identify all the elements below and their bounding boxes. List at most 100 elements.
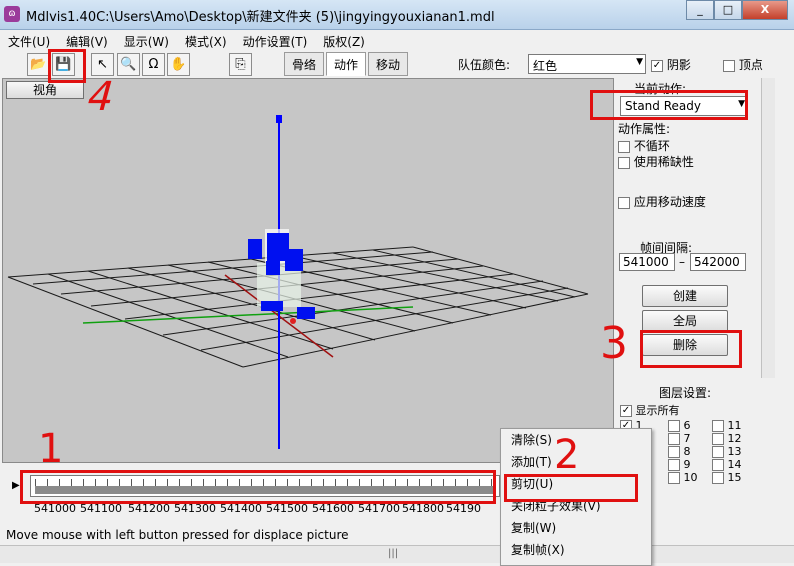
close-button[interactable]: X (742, 0, 788, 20)
layer-checkbox-15[interactable]: 15 (712, 471, 742, 484)
layer-checkbox-11[interactable]: 11 (712, 419, 742, 432)
annotation-number-3: 3 (600, 318, 628, 369)
layer-checkbox-7[interactable]: 7 (668, 432, 691, 445)
frame-end-input[interactable]: 542000 (690, 253, 746, 271)
view-angle-button[interactable]: 视角 (6, 81, 84, 99)
empty-checkbox-box (618, 140, 630, 153)
status-bar: Move mouse with left button pressed for … (6, 528, 349, 542)
frame-range-dash: – (679, 255, 685, 269)
show-all-label: 显示所有 (635, 404, 680, 417)
checkmark-icon: ✓ (651, 59, 663, 72)
layer-checkbox-12[interactable]: 12 (712, 432, 742, 445)
shadow-label: 阴影 (666, 58, 691, 72)
layer-checkbox-14[interactable]: 14 (712, 458, 742, 471)
empty-checkbox-box (712, 420, 724, 432)
no-loop-checkbox[interactable]: 不循环 (618, 137, 670, 154)
empty-checkbox-box (618, 196, 630, 209)
layer-checkbox-8[interactable]: 8 (668, 445, 691, 458)
layer-label: 9 (683, 458, 691, 471)
open-folder-icon[interactable]: 📂 (27, 53, 50, 76)
layer-label: 12 (727, 432, 742, 445)
panel-scrollbar[interactable] (761, 78, 775, 378)
character-model (248, 229, 315, 324)
play-icon[interactable]: ▶ (12, 480, 20, 491)
menu-item-copy[interactable]: 复制(W) (501, 517, 651, 539)
annotation-number-1: 1 (38, 426, 64, 472)
hand-icon[interactable]: ✋ (167, 53, 190, 76)
layer-checkbox-10[interactable]: 10 (668, 471, 698, 484)
layer-label: 11 (727, 419, 742, 432)
window-title: Mdlvis1.40C:\Users\Amo\Desktop\新建文件夹 (5)… (26, 10, 495, 25)
annotation-number-2: 2 (554, 432, 580, 478)
empty-checkbox-box (712, 459, 724, 471)
layer-label: 14 (727, 458, 742, 471)
layer-checkbox-9[interactable]: 9 (668, 458, 691, 471)
tab-skeleton[interactable]: 骨络 (284, 52, 325, 76)
app-icon: ɷ (4, 6, 20, 22)
annotation-box-save (48, 49, 86, 83)
global-button[interactable]: 全局 (642, 310, 728, 332)
show-all-checkbox[interactable]: ✓ 显示所有 (620, 402, 680, 418)
frame-start-input[interactable]: 541000 (619, 253, 675, 271)
horizontal-scrollbar[interactable]: ||| (0, 545, 794, 563)
menu-bar: 文件(U) 编辑(V) 显示(W) 模式(X) 动作设置(T) 版权(Z) (0, 30, 794, 50)
shadow-checkbox[interactable]: ✓ 阴影 (651, 56, 691, 73)
team-color-select[interactable]: 红色 ▼ (528, 54, 646, 74)
menu-mode[interactable]: 模式(X) (177, 30, 235, 50)
chevron-down-icon: ▼ (636, 57, 643, 67)
rotate-icon[interactable]: Ω (142, 53, 165, 76)
timeline-labels: 541000 541100 541200 541300 541400 54150… (24, 502, 484, 516)
annotation-box-cut (504, 474, 638, 502)
layer-label: 7 (683, 432, 691, 445)
empty-checkbox-box (668, 433, 680, 445)
layer-label: 13 (727, 445, 742, 458)
no-loop-label: 不循环 (633, 139, 670, 153)
layer-checkbox-13[interactable]: 13 (712, 445, 742, 458)
annotation-box-action (590, 90, 748, 120)
empty-checkbox-box (712, 446, 724, 458)
empty-checkbox-box (618, 156, 630, 169)
scene-canvas (7, 115, 589, 449)
empty-checkbox-box (712, 433, 724, 445)
annotation-box-timeline (20, 470, 496, 504)
copy-icon[interactable]: ⎘ (229, 53, 252, 76)
action-props-label: 动作属性: (618, 122, 671, 136)
apply-move-speed-checkbox[interactable]: 应用移动速度 (618, 193, 706, 210)
use-rarity-label: 使用稀缺性 (633, 155, 694, 169)
scroll-grip-icon: ||| (388, 548, 399, 559)
empty-checkbox-box (668, 420, 680, 432)
team-color-label: 队伍颜色: (458, 58, 511, 72)
layer-label: 8 (683, 445, 691, 458)
z-axis-handle (276, 115, 282, 123)
menu-file[interactable]: 文件(U) (0, 30, 58, 50)
checkmark-icon: ✓ (620, 405, 632, 417)
tab-action[interactable]: 动作 (326, 52, 367, 76)
3d-viewport[interactable] (2, 78, 614, 463)
layer-label: 6 (683, 419, 691, 432)
menu-action-settings[interactable]: 动作设置(T) (235, 30, 316, 50)
minimize-button[interactable]: _ (686, 0, 714, 20)
pointer-icon[interactable]: ↖ (91, 53, 114, 76)
tab-move[interactable]: 移动 (368, 52, 409, 76)
create-button[interactable]: 创建 (642, 285, 728, 307)
vertex-label: 顶点 (738, 58, 763, 72)
apply-move-speed-label: 应用移动速度 (633, 195, 706, 209)
maximize-button[interactable]: □ (714, 0, 742, 20)
layer-label: 15 (727, 471, 742, 484)
menu-edit[interactable]: 编辑(V) (58, 30, 116, 50)
menu-view[interactable]: 显示(W) (116, 30, 177, 50)
title-bar: ɷ Mdlvis1.40C:\Users\Amo\Desktop\新建文件夹 (… (0, 0, 794, 30)
empty-checkbox-box (723, 59, 735, 72)
layer-header: 图层设置: (658, 386, 712, 400)
empty-checkbox-box (668, 446, 680, 458)
empty-checkbox-box (668, 472, 680, 484)
zoom-icon[interactable]: 🔍 (117, 53, 140, 76)
menu-item-copy-frame[interactable]: 复制帧(X) (501, 539, 651, 561)
layer-checkbox-6[interactable]: 6 (668, 419, 691, 432)
use-rarity-checkbox[interactable]: 使用稀缺性 (618, 153, 694, 170)
vertex-checkbox[interactable]: 顶点 (723, 56, 763, 73)
team-color-value: 红色 (533, 59, 558, 73)
annotation-box-delete (640, 330, 742, 368)
menu-copyright[interactable]: 版权(Z) (315, 30, 373, 50)
empty-checkbox-box (712, 472, 724, 484)
